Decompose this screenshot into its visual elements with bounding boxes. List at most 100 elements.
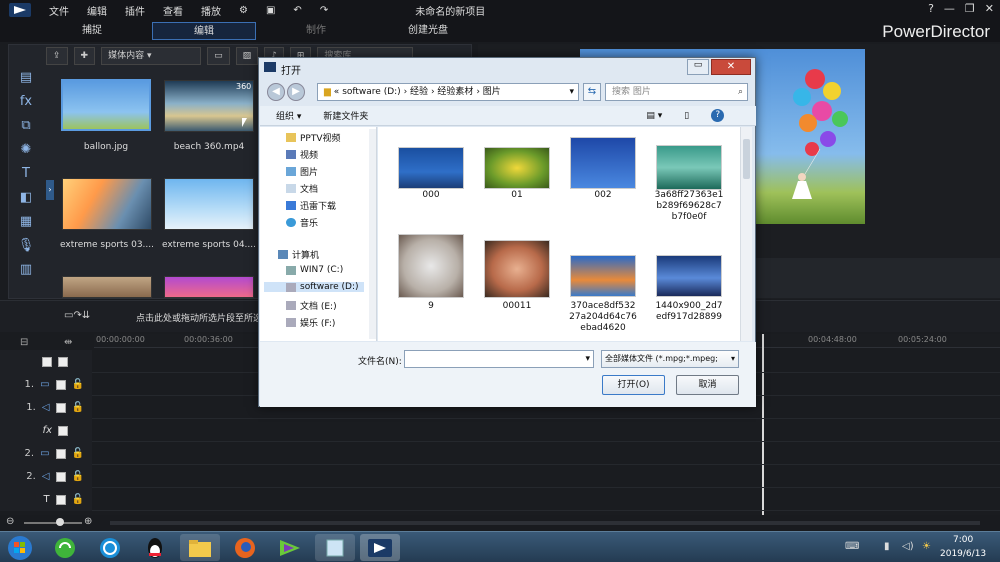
- scroll-thumb[interactable]: [743, 139, 750, 179]
- ie-icon[interactable]: [90, 534, 130, 561]
- help-icon[interactable]: ?: [928, 2, 934, 15]
- file-thumb[interactable]: [656, 255, 722, 297]
- menu-edit[interactable]: 编辑: [87, 3, 107, 18]
- menu-file[interactable]: 文件: [49, 3, 69, 18]
- tree-item-drive-f[interactable]: 娱乐 (F:): [286, 316, 335, 329]
- zoom-out-icon[interactable]: ⊖: [6, 516, 14, 527]
- cancel-button[interactable]: 取消: [676, 375, 739, 395]
- file-type-select[interactable]: 全部媒体文件 (*.mpg;*.mpeg; ▾: [601, 350, 739, 368]
- lock-icon[interactable]: 🔓: [72, 471, 84, 482]
- browser-360-icon[interactable]: [45, 534, 85, 561]
- keyboard-icon[interactable]: ⌨: [845, 541, 859, 552]
- file-thumb[interactable]: [484, 147, 550, 189]
- audio-mixing-icon[interactable]: ▦: [14, 214, 38, 238]
- transition-room-icon[interactable]: ◧: [14, 190, 38, 214]
- media-thumb[interactable]: [164, 276, 254, 298]
- view-options-icon[interactable]: ▤ ▾: [646, 111, 662, 121]
- volume-icon[interactable]: ◁): [902, 541, 914, 552]
- tree-item-drive-d[interactable]: software (D:): [264, 282, 364, 292]
- file-thumb[interactable]: [570, 255, 636, 297]
- menu-play[interactable]: 播放: [201, 3, 221, 18]
- pip-room-icon[interactable]: ⧉: [14, 118, 38, 142]
- tree-item-drive-e[interactable]: 文档 (E:): [286, 299, 337, 312]
- firefox-icon[interactable]: [225, 534, 265, 561]
- fit-icon[interactable]: ⇹: [64, 337, 72, 348]
- preview-pane-icon[interactable]: ▯: [684, 111, 689, 121]
- file-name[interactable]: 000: [396, 190, 466, 201]
- track-checkbox[interactable]: [55, 379, 66, 390]
- zoom-in-icon[interactable]: ⊕: [84, 516, 92, 527]
- settings-icon[interactable]: ⚙: [239, 5, 248, 16]
- file-thumb[interactable]: [484, 240, 550, 298]
- mode-produce[interactable]: 制作: [264, 22, 368, 40]
- tree-item-documents[interactable]: 文档: [286, 182, 318, 195]
- expand-panel-icon[interactable]: ›: [46, 180, 54, 200]
- minimize-icon[interactable]: —: [944, 2, 955, 15]
- media-thumb[interactable]: [62, 276, 152, 298]
- fx-room-icon[interactable]: fx: [14, 94, 38, 118]
- address-bar[interactable]: ▆ « software (D:) › 经验 › 经验素材 › 图片 ▾: [317, 83, 579, 101]
- video-filter-icon[interactable]: ▭: [207, 47, 230, 65]
- menu-view[interactable]: 查看: [163, 3, 183, 18]
- timeline-view-icon[interactable]: ⊟: [20, 337, 28, 348]
- timeline-scrollbar[interactable]: [110, 521, 980, 525]
- address-dropdown-icon[interactable]: ▾: [569, 84, 574, 100]
- mode-create-disc[interactable]: 创建光盘: [376, 22, 480, 40]
- file-name[interactable]: 3a68ff27363e1b289f69628c7b7f0e0f: [654, 190, 724, 223]
- dialog-search-input[interactable]: 搜索 图片 ⌕: [605, 83, 748, 101]
- undo-icon[interactable]: ↶: [293, 5, 301, 16]
- tree-scrollbar[interactable]: [369, 129, 376, 339]
- filename-input[interactable]: ▾: [404, 350, 594, 368]
- tree-item-drive-c[interactable]: WIN7 (C:): [286, 265, 343, 275]
- help-icon[interactable]: ?: [711, 109, 725, 122]
- mode-capture[interactable]: 捕捉: [40, 22, 144, 40]
- battery-icon[interactable]: ▮: [884, 541, 890, 552]
- clock-time[interactable]: 7:00: [953, 535, 973, 545]
- track-checkbox[interactable]: [58, 425, 68, 436]
- file-name[interactable]: 01: [482, 190, 552, 201]
- image-filter-icon[interactable]: ▨: [235, 47, 259, 65]
- lock-icon[interactable]: 🔓: [72, 402, 84, 413]
- start-icon[interactable]: [0, 534, 40, 561]
- particle-room-icon[interactable]: ✺: [14, 142, 38, 166]
- tree-item-pptv[interactable]: PPTV视频: [286, 131, 341, 144]
- storyboard-icon[interactable]: ▭↷⇊: [64, 310, 90, 321]
- notepad-icon[interactable]: [315, 534, 355, 561]
- track-checkbox[interactable]: [55, 494, 66, 505]
- lock-icon[interactable]: 🔓: [72, 494, 84, 505]
- file-thumb[interactable]: [656, 145, 722, 190]
- media-thumb-extreme03[interactable]: [62, 178, 152, 230]
- voice-record-icon[interactable]: 🎙: [14, 238, 38, 262]
- clock-date[interactable]: 2019/6/13: [940, 549, 986, 559]
- new-folder-button[interactable]: 新建文件夹: [323, 109, 368, 122]
- track-checkbox[interactable]: [55, 402, 66, 413]
- track-checkbox[interactable]: [42, 356, 52, 367]
- media-room-icon[interactable]: ▤: [14, 70, 38, 94]
- track-checkbox[interactable]: [55, 471, 66, 482]
- lock-icon[interactable]: 🔓: [72, 448, 84, 459]
- media-thumb-extreme04[interactable]: [164, 178, 254, 230]
- track-checkbox[interactable]: [55, 448, 66, 459]
- file-name[interactable]: 1440x900_2d7edf917d28899: [654, 301, 724, 323]
- organize-button[interactable]: 组织 ▾: [276, 109, 301, 122]
- import-icon[interactable]: ⇪: [46, 47, 68, 65]
- network-icon[interactable]: ☀: [922, 541, 931, 552]
- restore-icon[interactable]: ❐: [965, 2, 975, 15]
- track-checkbox[interactable]: [58, 356, 68, 367]
- open-button[interactable]: 打开(O): [602, 375, 665, 395]
- menu-plugins[interactable]: 插件: [125, 3, 145, 18]
- save-icon[interactable]: ▣: [266, 5, 275, 16]
- tree-item-computer[interactable]: 计算机: [278, 248, 319, 261]
- close-icon[interactable]: ✕: [985, 2, 994, 15]
- file-name[interactable]: 370ace8df53227a204d64c76ebad4620: [568, 301, 638, 334]
- tree-item-pictures[interactable]: 图片: [286, 165, 318, 178]
- file-thumb[interactable]: [398, 147, 464, 189]
- tree-item-videos[interactable]: 视频: [286, 148, 318, 161]
- redo-icon[interactable]: ↷: [320, 5, 328, 16]
- dialog-close-button[interactable]: ✕: [711, 59, 751, 75]
- lock-icon[interactable]: 🔓: [72, 379, 84, 390]
- media-thumb-ballon[interactable]: [61, 79, 151, 131]
- file-grid-scrollbar[interactable]: [740, 127, 752, 341]
- media-player-icon[interactable]: [270, 534, 310, 561]
- chapter-room-icon[interactable]: ▥: [14, 262, 38, 286]
